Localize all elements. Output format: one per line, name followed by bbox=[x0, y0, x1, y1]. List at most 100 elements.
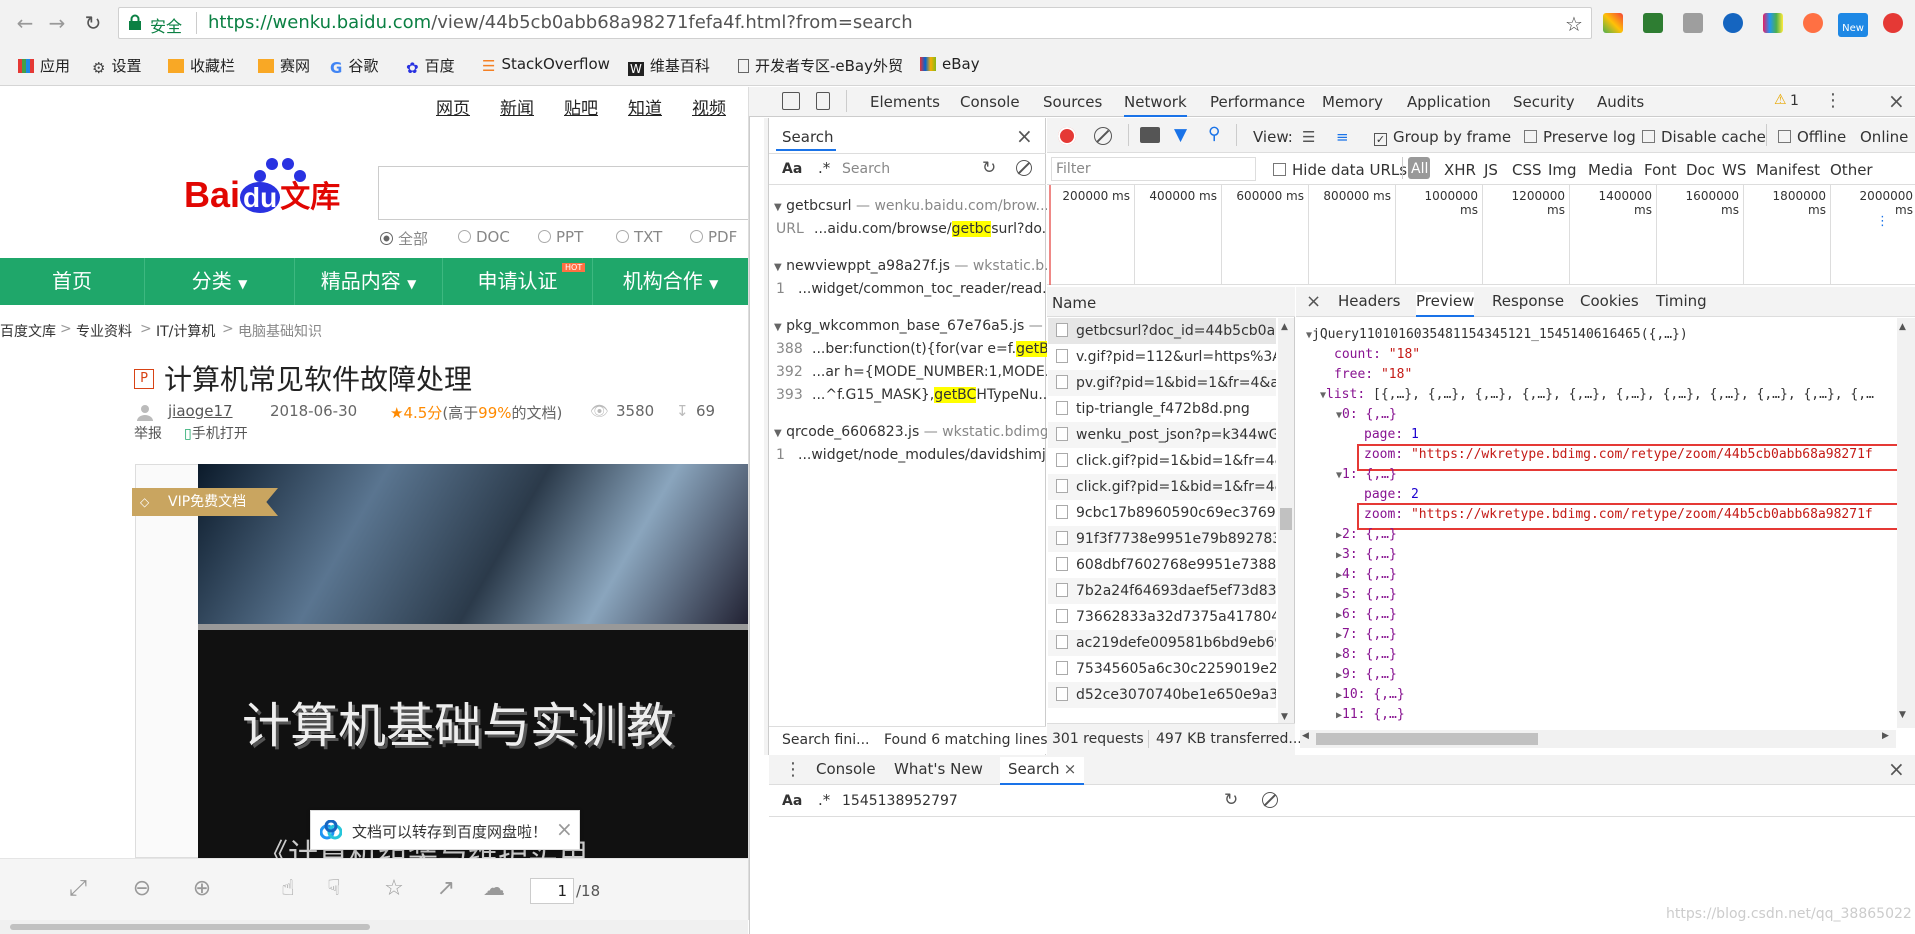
tab-application[interactable]: Application bbox=[1407, 93, 1491, 111]
top-link-video[interactable]: 视频 bbox=[692, 94, 726, 119]
tab-network[interactable]: Network bbox=[1124, 93, 1187, 117]
scroll-up-arrow-icon[interactable]: ▲ bbox=[1281, 322, 1288, 332]
device-toolbar-icon[interactable] bbox=[816, 92, 830, 110]
group-by-frame-checkbox[interactable]: ✓ Group by frame bbox=[1374, 128, 1511, 146]
request-row[interactable]: getbcsurl?doc_id=44b5cb0ab... bbox=[1048, 318, 1276, 344]
close-drawer-icon[interactable]: × bbox=[1888, 757, 1905, 781]
json-item[interactable]: ▶4: {,…} bbox=[1336, 567, 1397, 582]
bookmark-baidu[interactable]: ✿ 百度 bbox=[406, 55, 455, 77]
breadcrumb-it[interactable]: IT/计算机 bbox=[156, 321, 215, 341]
scroll-right-arrow-icon[interactable]: ▶ bbox=[1882, 731, 1889, 741]
tab-console[interactable]: Console bbox=[960, 93, 1020, 111]
more-menu-icon[interactable]: ⋮ bbox=[1824, 90, 1842, 111]
drawer-tab-whats-new[interactable]: What's New bbox=[894, 760, 983, 778]
request-row[interactable]: tip-triangle_f472b8d.png bbox=[1048, 396, 1276, 422]
json-item-1[interactable]: ▼1: {,…} bbox=[1336, 467, 1397, 482]
scroll-down-arrow-icon[interactable]: ▼ bbox=[1281, 712, 1288, 722]
request-row[interactable]: click.gif?pid=1&bid=1&fr=4& bbox=[1048, 474, 1276, 500]
request-row[interactable]: v.gif?pid=112&url=https%3A... bbox=[1048, 344, 1276, 370]
match-case-icon[interactable]: Aa bbox=[782, 793, 802, 809]
filter-type-css[interactable]: CSS bbox=[1512, 161, 1542, 179]
new-extension-icon[interactable]: New bbox=[1838, 13, 1868, 37]
thumbs-up-icon[interactable]: ☝ bbox=[274, 876, 302, 904]
top-link-web[interactable]: 网页 bbox=[436, 94, 470, 119]
request-row[interactable]: wenku_post_json?p=k344wGg bbox=[1048, 422, 1276, 448]
name-column-header[interactable]: Name bbox=[1052, 294, 1096, 312]
filter-type-img[interactable]: Img bbox=[1548, 161, 1577, 179]
request-row[interactable]: 75345605a6c30c2259019e2b bbox=[1048, 656, 1276, 682]
report-link[interactable]: 举报 bbox=[134, 423, 162, 443]
regex-icon[interactable]: .* bbox=[818, 791, 830, 809]
filter-all[interactable]: 全部 bbox=[380, 228, 428, 249]
filter-type-ws[interactable]: WS bbox=[1722, 161, 1746, 179]
filter-pdf[interactable]: PDF bbox=[690, 228, 737, 246]
drawer-search-input[interactable]: 1545138952797 bbox=[836, 790, 1168, 812]
screenshot-camera-icon[interactable] bbox=[1140, 127, 1160, 143]
thumbs-down-icon[interactable]: ☟ bbox=[320, 876, 348, 904]
doc-search-input[interactable] bbox=[378, 166, 758, 220]
preview-scroll-thumb[interactable] bbox=[1316, 733, 1538, 745]
scroll-left-arrow-icon[interactable]: ◀ bbox=[1302, 731, 1309, 741]
extension-icon[interactable] bbox=[1723, 13, 1743, 33]
result-file[interactable]: ▼ pkg_wkcommon_base_67e76a5.js — ... bbox=[774, 318, 1061, 334]
inspect-element-icon[interactable] bbox=[782, 92, 800, 110]
filter-type-js[interactable]: JS bbox=[1484, 161, 1498, 179]
json-item[interactable]: ▶8: {,…} bbox=[1336, 647, 1397, 662]
close-search-icon[interactable]: × bbox=[1016, 124, 1033, 148]
tab-cookies[interactable]: Cookies bbox=[1580, 292, 1639, 310]
fullscreen-icon[interactable]: ⤢ bbox=[64, 876, 92, 904]
disable-cache-checkbox[interactable]: Disable cache bbox=[1642, 128, 1766, 146]
breadcrumb-wenku[interactable]: 百度文库 bbox=[0, 321, 56, 341]
json-root[interactable]: ▼jQuery1101016035481154345121_1545140616… bbox=[1306, 327, 1688, 342]
top-link-zhidao[interactable]: 知道 bbox=[628, 94, 662, 119]
close-icon[interactable]: × bbox=[556, 817, 573, 841]
extension-icon[interactable] bbox=[1683, 13, 1703, 33]
json-item[interactable]: ▶3: {,…} bbox=[1336, 547, 1397, 562]
page-number-input[interactable]: 1 bbox=[530, 878, 574, 904]
regex-icon[interactable]: .* bbox=[818, 159, 830, 177]
filter-type-all[interactable]: All bbox=[1411, 161, 1428, 177]
mobile-open-link[interactable]: ▯手机打开 bbox=[184, 423, 248, 443]
tab-audits[interactable]: Audits bbox=[1597, 93, 1644, 111]
tab-memory[interactable]: Memory bbox=[1322, 93, 1383, 111]
scrollbar-thumb[interactable] bbox=[10, 924, 370, 930]
request-row[interactable]: pv.gif?pid=1&bid=1&fr=4&ac bbox=[1048, 370, 1276, 396]
zoom-in-icon[interactable]: ⊕ bbox=[188, 876, 216, 904]
request-row[interactable]: click.gif?pid=1&bid=1&fr=4& bbox=[1048, 448, 1276, 474]
nav-institution[interactable]: 机构合作 ▼ bbox=[593, 258, 748, 305]
bookmark-settings[interactable]: ⚙ 设置 bbox=[92, 55, 141, 77]
result-line[interactable]: URL ...aidu.com/browse/getbcsurl?do... bbox=[776, 221, 1055, 237]
result-line[interactable]: 1 ...widget/node_modules/davidshimj... bbox=[776, 447, 1059, 463]
json-item[interactable]: ▶5: {,…} bbox=[1336, 587, 1397, 602]
filter-type-other[interactable]: Other bbox=[1830, 161, 1873, 179]
url-text[interactable]: https://wenku.baidu.com/view/44b5cb0abb6… bbox=[208, 12, 913, 33]
large-rows-icon[interactable]: ☰ bbox=[1302, 128, 1315, 146]
filter-doc[interactable]: DOC bbox=[458, 228, 510, 246]
tab-sources[interactable]: Sources bbox=[1043, 93, 1102, 111]
author-link[interactable]: jiaoge17 bbox=[168, 402, 233, 420]
star-icon[interactable]: ☆ bbox=[1565, 12, 1583, 36]
json-item[interactable]: ▶7: {,…} bbox=[1336, 627, 1397, 642]
json-item-0[interactable]: ▼0: {,…} bbox=[1336, 407, 1397, 422]
nav-premium[interactable]: 精品内容 ▼ bbox=[295, 258, 443, 305]
close-detail-icon[interactable]: × bbox=[1306, 291, 1321, 312]
result-file[interactable]: ▼ qrcode_6606823.js — wkstatic.bdimg... bbox=[774, 424, 1062, 440]
bookmark-stackoverflow[interactable]: ☰ StackOverflow bbox=[482, 55, 610, 75]
share-icon[interactable]: ↗ bbox=[432, 876, 460, 904]
scroll-down-arrow-icon[interactable]: ▼ bbox=[1899, 710, 1906, 720]
filter-type-xhr[interactable]: XHR bbox=[1444, 161, 1476, 179]
breadcrumb-professional[interactable]: 专业资料 bbox=[76, 321, 132, 341]
request-row[interactable]: 91f3f7738e9951e79b892783 bbox=[1048, 526, 1276, 552]
filter-input[interactable]: Filter bbox=[1051, 157, 1256, 181]
search-input[interactable]: Search bbox=[836, 158, 972, 180]
bookmark-google[interactable]: G 谷歌 bbox=[330, 55, 378, 77]
reload-icon[interactable]: ↻ bbox=[80, 10, 106, 36]
search-network-icon[interactable]: ⚲ bbox=[1208, 124, 1220, 144]
forward-icon[interactable]: → bbox=[44, 10, 70, 36]
bookmark-apps[interactable]: 应用 bbox=[18, 55, 70, 76]
close-tab-icon[interactable]: × bbox=[1064, 760, 1077, 778]
request-row[interactable]: 7b2a24f64693daef5ef73d83 bbox=[1048, 578, 1276, 604]
json-item[interactable]: ▶6: {,…} bbox=[1336, 607, 1397, 622]
request-row[interactable]: 9cbc17b8960590c69ec37692 bbox=[1048, 500, 1276, 526]
extension-icon[interactable] bbox=[1803, 13, 1823, 33]
